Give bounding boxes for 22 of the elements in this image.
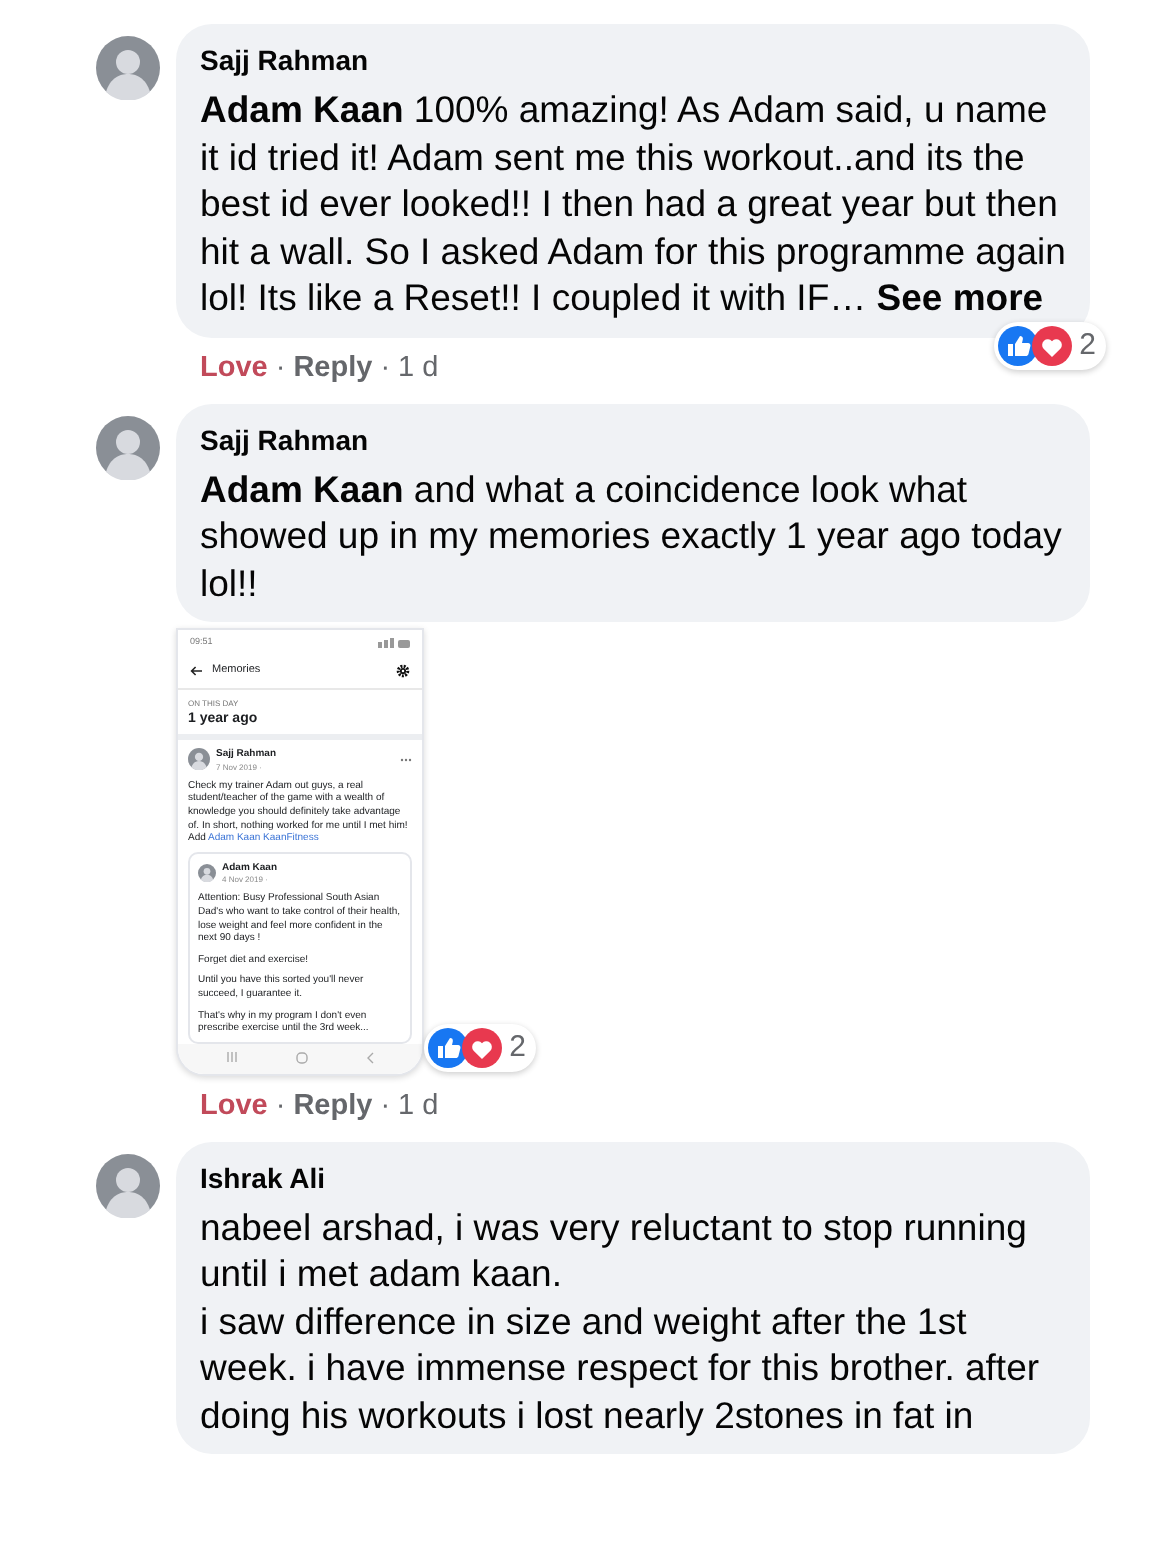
reaction-summary[interactable]: 2 xyxy=(423,1023,536,1072)
commenter-name[interactable]: Sajj Rahman xyxy=(200,421,369,459)
separator-dot: · xyxy=(275,1087,286,1124)
reply-link[interactable]: Reply xyxy=(293,1087,373,1124)
see-more-link[interactable]: See more xyxy=(876,276,1044,318)
love-link[interactable]: Love xyxy=(200,349,268,385)
reaction-count: 2 xyxy=(509,1029,526,1066)
commenter-name[interactable]: Sajj Rahman xyxy=(200,42,369,80)
comment-text: Adam Kaan and what a coincidence look what showed up in my memories exactly 1 year ago today lol!! xyxy=(200,465,1064,606)
comment-age: 1 d xyxy=(398,349,439,385)
comment-text: i saw difference in size and weight after the 1st week. i have immense respect for this brother. after doing his workouts i lost nearly 2stones in fat in xyxy=(200,1297,1042,1439)
reaction-summary[interactable]: 2 xyxy=(993,321,1106,369)
separator-dot: · xyxy=(380,1087,391,1124)
comment-age: 1 d xyxy=(398,1087,439,1124)
reply-link[interactable]: Reply xyxy=(293,349,373,385)
love-link[interactable]: Love xyxy=(200,1087,268,1124)
separator-dot: · xyxy=(380,349,391,385)
comment-text: Adam Kaan 100% amazing! As Adam said, u name it id tried it! Adam sent me this workout..and its the best id ever looked!! I then had a great year but then hit a wall. So I asked Adam for this programme again lol! Its like a Reset!! I coupled it with IF… See more xyxy=(200,86,1068,321)
separator-dot: · xyxy=(275,349,286,385)
commenter-name[interactable]: Ishrak Ali xyxy=(200,1159,326,1198)
comment-text: nabeel arshad, i was very reluctant to stop running until i met adam kaan. xyxy=(200,1203,1029,1298)
reaction-count: 2 xyxy=(1079,327,1096,363)
